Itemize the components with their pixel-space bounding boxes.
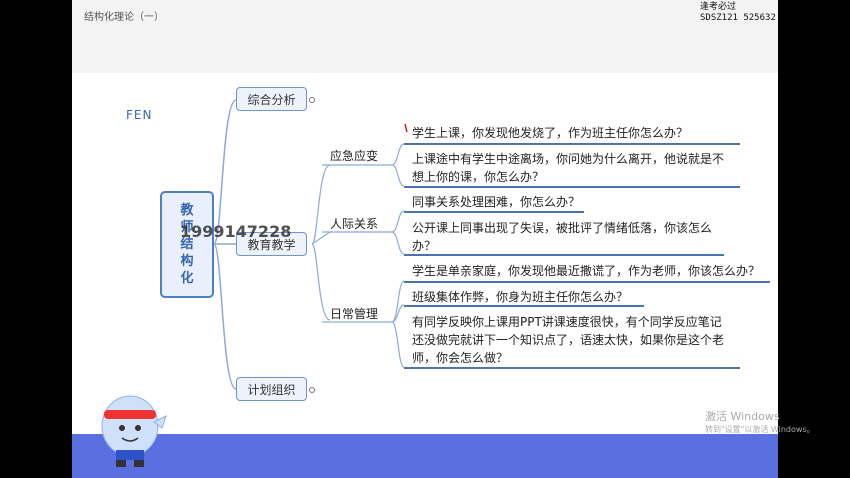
item-underline: [404, 281, 770, 283]
sub-emergency[interactable]: 应急应变: [330, 147, 378, 164]
branch-planning-label: 计划组织: [247, 382, 296, 397]
item-colleague[interactable]: 同事关系处理困难，你怎么办？: [412, 193, 580, 211]
activation-subtitle: 转到"设置"以激活 Windows。: [705, 425, 815, 434]
sub-daily[interactable]: 日常管理: [330, 305, 378, 322]
phone-watermark: 1999147228: [180, 222, 292, 241]
branch-analysis-label: 综合分析: [247, 92, 296, 107]
activation-title: 激活 Windows: [705, 410, 780, 423]
root-label: 教师结构化: [180, 203, 194, 286]
mindmap-root[interactable]: 教师结构化: [160, 191, 214, 298]
item-open-class-line2[interactable]: 办？: [412, 237, 436, 255]
branch-planning[interactable]: 计划组织: [236, 377, 307, 401]
item-cheating[interactable]: 班级集体作弊，你身为班主任你怎么办？: [412, 288, 628, 306]
item-fever[interactable]: 学生上课，你发现他发烧了，作为班主任你怎么办？: [412, 124, 688, 142]
item-ppt-line3[interactable]: 师，你会怎么做？: [412, 349, 508, 367]
item-ppt-line2[interactable]: 还没做完就讲下一个知识点了，语速太快，如果你是这个老: [412, 331, 724, 349]
item-leave-line2[interactable]: 想上你的课，你怎么办？: [412, 168, 544, 186]
expand-toggle-icon[interactable]: [309, 387, 315, 393]
mascot-icon: [101, 395, 167, 467]
item-underline: [404, 211, 584, 213]
item-single-parent[interactable]: 学生是单亲家庭，你发现他最近撒谎了，作为老师，你该怎么办？: [412, 262, 760, 280]
item-open-class-line1[interactable]: 公开课上同事出现了失误，被批评了情绪低落，你该怎么: [412, 219, 712, 237]
bottom-band: [72, 434, 778, 478]
item-underline: [404, 254, 724, 256]
item-ppt-line1[interactable]: 有同学反映你上课用PPT讲课速度很快，有个同学反应笔记: [412, 313, 722, 331]
item-underline: [404, 143, 740, 145]
item-underline: [404, 305, 644, 307]
item-underline: [404, 186, 740, 188]
item-underline: [404, 367, 740, 369]
branch-analysis[interactable]: 综合分析: [236, 87, 307, 111]
expand-toggle-icon[interactable]: [309, 97, 315, 103]
item-leave-line1[interactable]: 上课途中有学生中途离场，你问她为什么离开，他说就是不: [412, 150, 724, 168]
sub-relations[interactable]: 人际关系: [330, 215, 378, 232]
